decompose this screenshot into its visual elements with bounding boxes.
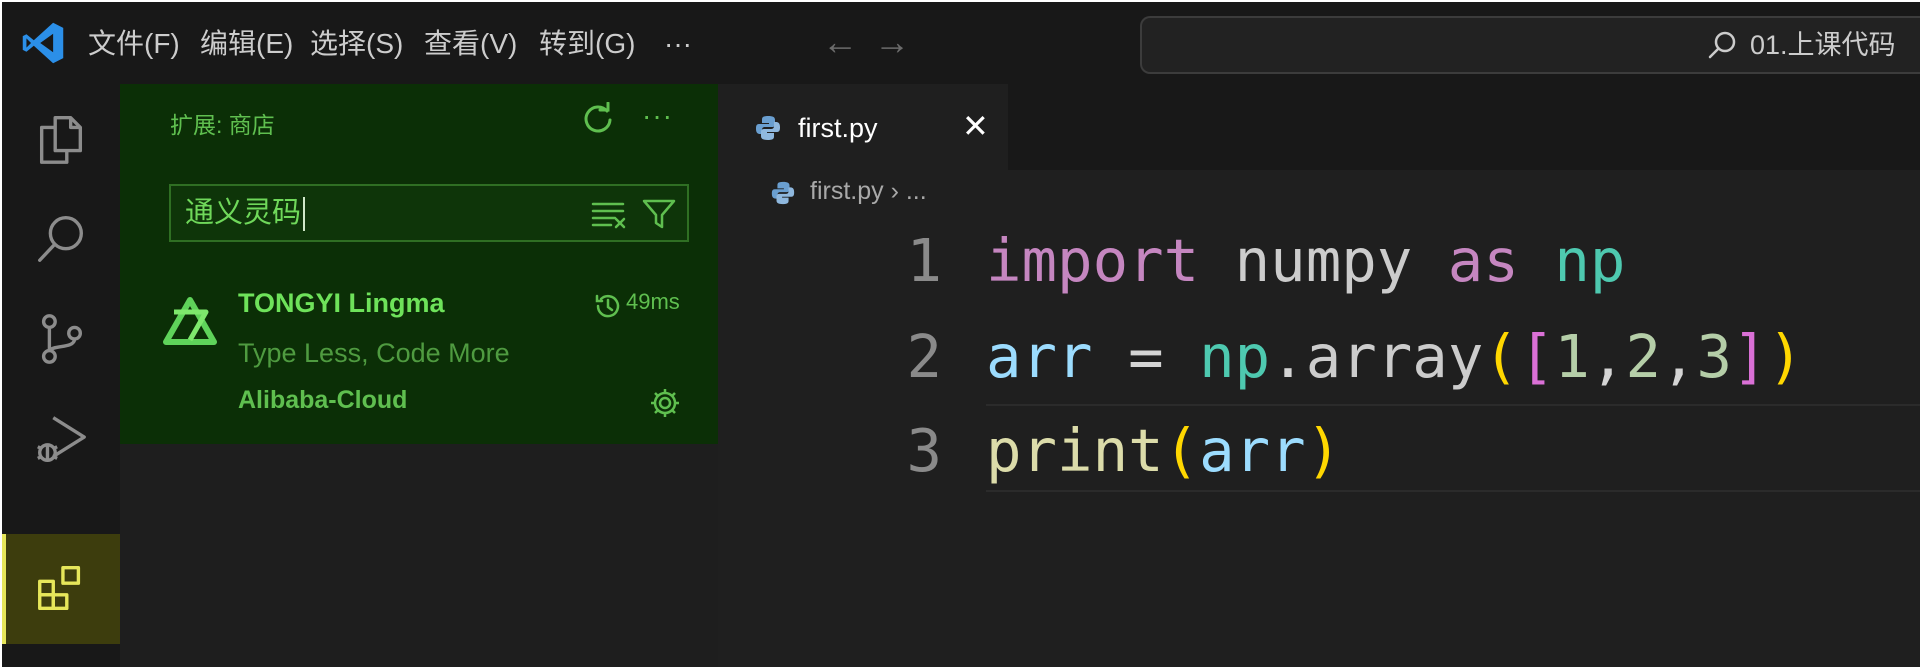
extension-description: Type Less, Code More	[238, 338, 510, 368]
extension-name: TONGYI Lingma	[238, 288, 445, 318]
extensions-sidebar: 扩展: 商店 ··· 通义灵码 TONGYI Lingma 49ms Type …	[120, 84, 718, 667]
extension-search-input[interactable]: 通义灵码	[169, 184, 689, 242]
activity-search[interactable]	[2, 184, 120, 294]
run-debug-icon	[37, 416, 86, 462]
tab-label: first.py	[798, 113, 878, 143]
refresh-icon[interactable]	[580, 102, 616, 138]
vscode-logo-icon[interactable]	[20, 20, 66, 66]
extensions-icon	[38, 566, 81, 611]
search-text: 01.上课代码	[1750, 30, 1896, 60]
menu-file[interactable]: 文件(F)	[88, 2, 180, 84]
arrow-right-icon[interactable]: →	[874, 20, 910, 64]
tab-bar: first.py ✕	[718, 84, 1920, 170]
sidebar-title: 扩展: 商店	[170, 112, 275, 138]
extension-publisher[interactable]: Alibaba-Cloud	[238, 386, 407, 415]
code-line: print(arr)	[986, 416, 1342, 485]
activity-extensions[interactable]	[2, 534, 120, 644]
activity-explorer[interactable]	[2, 84, 120, 194]
python-file-icon	[756, 116, 780, 140]
history-icon	[595, 294, 620, 318]
extension-activation-time: 49ms	[626, 289, 680, 314]
line-number: 3	[906, 416, 942, 485]
vscode-window: 文件(F) 编辑(E) 选择(S) 查看(V) 转到(G) ··· ← → 01…	[2, 2, 1920, 667]
menu-selection[interactable]: 选择(S)	[310, 2, 403, 84]
menu-view[interactable]: 查看(V)	[424, 2, 517, 84]
line-number: 1	[906, 226, 942, 295]
tongyi-logo-icon	[163, 297, 217, 345]
filter-icon[interactable]	[641, 196, 677, 232]
breadcrumb[interactable]: first.py › ...	[810, 177, 927, 206]
menu-go[interactable]: 转到(G)	[539, 2, 635, 84]
editor-area: first.py ✕ first.py › ... 1 2 3 import n…	[718, 84, 1920, 667]
extension-search-value: 通义灵码	[185, 186, 306, 240]
close-icon[interactable]: ✕	[962, 106, 989, 146]
tab-first-py[interactable]: first.py ✕	[718, 84, 1008, 170]
python-file-icon	[771, 181, 795, 205]
activity-source-control[interactable]	[2, 284, 120, 394]
menu-edit[interactable]: 编辑(E)	[200, 2, 293, 84]
line-number: 2	[906, 322, 942, 391]
more-actions-icon[interactable]: ···	[642, 100, 673, 132]
clear-filter-icon[interactable]	[591, 198, 627, 230]
arrow-left-icon[interactable]: ←	[822, 20, 858, 64]
activity-run-debug[interactable]	[2, 384, 120, 494]
explorer-icon	[39, 116, 83, 164]
code-line: import numpy as np	[986, 226, 1626, 295]
extensions-panel: 扩展: 商店 ··· 通义灵码 TONGYI Lingma 49ms Type …	[120, 84, 718, 444]
search-icon	[1708, 31, 1736, 59]
gear-icon[interactable]	[648, 386, 682, 420]
search-icon	[38, 216, 83, 262]
title-bar: 文件(F) 编辑(E) 选择(S) 查看(V) 转到(G) ··· ← → 01…	[2, 2, 1920, 84]
activity-bar	[2, 84, 120, 667]
code-line: arr = np.array([1,2,3])	[986, 322, 1804, 391]
menu-more[interactable]: ···	[664, 2, 692, 84]
command-center-search[interactable]: 01.上课代码	[1140, 16, 1920, 74]
source-control-icon	[41, 314, 83, 364]
